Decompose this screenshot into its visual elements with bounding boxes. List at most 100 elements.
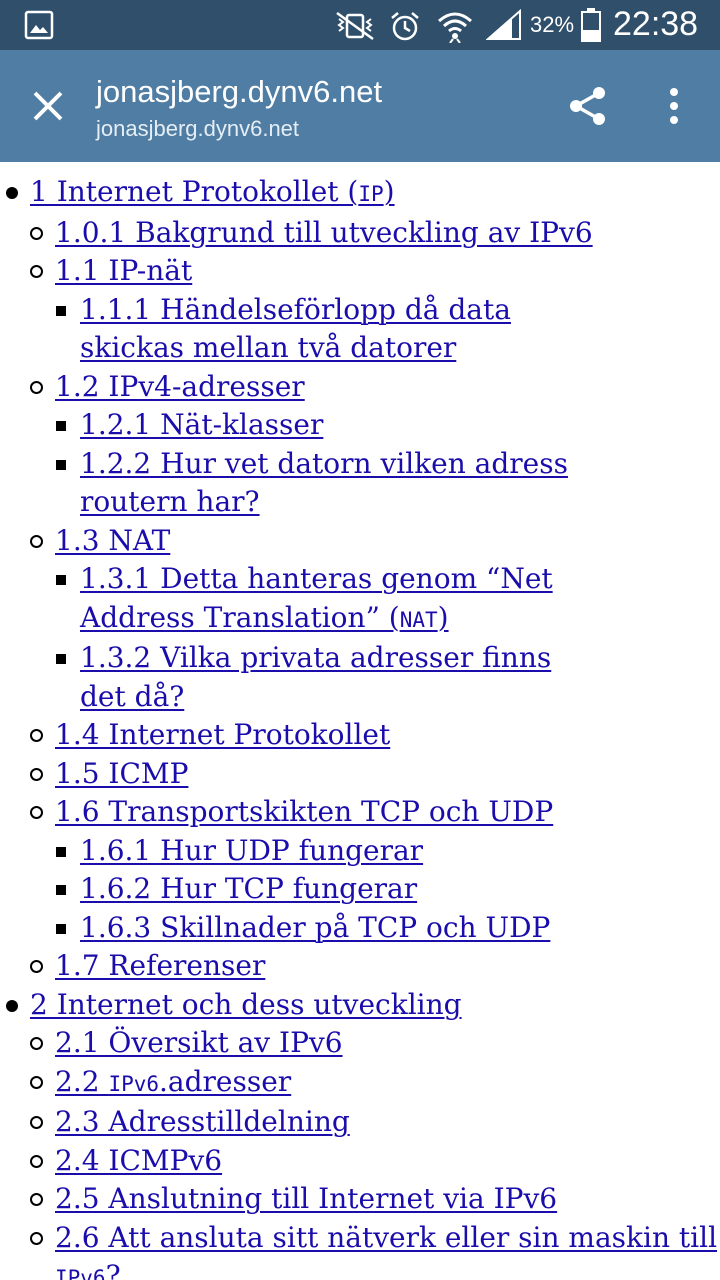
toc-item-level2: 2.5 Anslutning till Internet via IPv6: [0, 1180, 720, 1219]
toc-link[interactable]: 2.1 Översikt av IPv6: [55, 1024, 720, 1063]
toc-item-level2: 2.1 Översikt av IPv6: [0, 1024, 720, 1063]
toc-link[interactable]: 1.2 IPv4-adresser: [55, 368, 720, 407]
circle-bullet: [30, 767, 43, 781]
toc-item-level2: 2.6 Att ansluta sitt nätverk eller sin m…: [0, 1219, 720, 1280]
toc-link[interactable]: 1.6 Transportskikten TCP och UDP: [55, 793, 720, 832]
toc-link[interactable]: 2.6 Att ansluta sitt nätverk eller sin m…: [55, 1219, 720, 1280]
toc-link-text: 1.3.1 Detta hanteras genom “Net Address …: [80, 562, 553, 634]
toc-item-level2: 2.3 Adresstilldelning: [0, 1103, 720, 1142]
square-bullet: [56, 421, 66, 431]
disc-bullet: [6, 999, 18, 1012]
toc-link-abbr: NAT: [399, 607, 438, 632]
circle-bullet: [30, 806, 43, 819]
circle-bullet: [30, 1231, 43, 1245]
toc-item-level2: 2.4 ICMPv6: [0, 1142, 720, 1181]
square-bullet: [56, 654, 66, 664]
toc-link[interactable]: 1.2.2 Hur vet datorn vilken adress route…: [80, 445, 600, 522]
square-bullet: [56, 575, 66, 585]
toc-link-text: 1.6.1 Hur UDP fungerar: [80, 833, 424, 867]
toc-item-wrapper: 1.3 NAT: [0, 522, 720, 561]
toc-link[interactable]: 2.5 Anslutning till Internet via IPv6: [55, 1180, 720, 1219]
toc-item-wrapper: 1 Internet Protokollet (IP): [0, 173, 720, 214]
toc-item-level2: 1.6 Transportskikten TCP och UDP 1.6.1 Hu…: [0, 793, 720, 947]
toc-link-suffix: ?: [105, 1259, 121, 1280]
custom-tab-toolbar: jonasjberg.dynv6.net jonasjberg.dynv6.ne…: [0, 50, 720, 162]
toc-link-text: 2.3 Adresstilldelning: [55, 1105, 350, 1138]
share-icon[interactable]: [566, 84, 610, 128]
toc-item-wrapper: 2.6 Att ansluta sitt nätverk eller sin m…: [0, 1219, 720, 1280]
square-bullet: [56, 923, 66, 934]
disc-bullet: [6, 187, 18, 199]
toc-link[interactable]: 2.4 ICMPv6: [55, 1142, 720, 1181]
circle-bullet: [30, 729, 43, 742]
toc-item-level1: 1 Internet Protokollet (IP) 1.0.1 Bakgrun…: [0, 173, 720, 986]
toc-link-text: 1.5 ICMP: [55, 756, 189, 790]
toc-link[interactable]: 2 Internet och dess utveckling: [30, 986, 720, 1025]
toc-link[interactable]: 1.6.3 Skillnader på TCP och UDP: [80, 909, 600, 948]
toc-link[interactable]: 1.4 Internet Protokollet: [55, 716, 720, 755]
toc-link-text: 1.3 NAT: [55, 523, 171, 557]
signal-icon: [486, 9, 521, 40]
battery-icon: [581, 8, 601, 42]
more-vert-icon[interactable]: [656, 84, 692, 128]
toc-link-text: 1.4 Internet Protokollet: [55, 718, 391, 751]
alarm-icon: [391, 12, 419, 41]
close-icon[interactable]: [26, 84, 70, 128]
page-url: jonasjberg.dynv6.net: [96, 116, 300, 141]
toc-link-suffix: ): [383, 175, 395, 208]
toc-link-text: 1 Internet Protokollet (: [30, 175, 359, 208]
toc-list: 1 Internet Protokollet (IP) 1.0.1 Bakgrun…: [0, 162, 720, 1280]
toc-item-wrapper: 2 Internet och dess utveckling: [0, 986, 720, 1025]
toc-link[interactable]: 1.3.2 Vilka privata adresser finns det d…: [80, 639, 600, 716]
toc-sublist: 2.1 Översikt av IPv6 2.2 IPv6.adresser 2.3…: [0, 1024, 720, 1280]
toc-item-level3: 1.2.2 Hur vet datorn vilken adress route…: [0, 445, 720, 522]
toc-link[interactable]: 1 Internet Protokollet (IP): [30, 173, 720, 214]
square-bullet: [56, 885, 66, 895]
battery-percent: 32%: [530, 12, 575, 37]
toc-link-text: 1.1.1 Händelseförlopp då data skickas me…: [80, 292, 511, 365]
circle-bullet: [30, 1037, 43, 1050]
toc-link[interactable]: 2.2 IPv6.adresser: [55, 1063, 720, 1104]
circle-bullet: [30, 534, 43, 548]
toc-item-wrapper: 2.1 Översikt av IPv6: [0, 1024, 720, 1063]
toc-link[interactable]: 1.3.1 Detta hanteras genom “Net Address …: [80, 560, 600, 639]
toc-item-wrapper: 1.2 IPv4-adresser: [0, 368, 720, 407]
toc-item-wrapper: 1.6.1 Hur UDP fungerar: [0, 832, 600, 871]
toc-link-text: 2 Internet och dess utveckling: [30, 987, 462, 1021]
toc-link[interactable]: 2.3 Adresstilldelning: [55, 1103, 720, 1142]
toc-item-wrapper: 1.6.3 Skillnader på TCP och UDP: [0, 909, 600, 948]
circle-bullet: [30, 1193, 43, 1206]
toc-link-text: 2.1 Översikt av IPv6: [55, 1026, 343, 1059]
status-bar: 32% 22:38: [0, 0, 720, 50]
toc-link-text: 1.6 Transportskikten TCP och UDP: [55, 795, 554, 828]
toc-link-text: 1.2.2 Hur vet datorn vilken adress route…: [80, 446, 568, 519]
toc-link[interactable]: 1.0.1 Bakgrund till utveckling av IPv6: [55, 214, 720, 253]
toc-link-text: 1.1 IP-nät: [55, 254, 193, 287]
page-title: jonasjberg.dynv6.net: [96, 74, 383, 109]
toc-link[interactable]: 1.6.1 Hur UDP fungerar: [80, 832, 600, 871]
circle-bullet: [30, 226, 43, 240]
toc-link[interactable]: 1.3 NAT: [55, 522, 720, 561]
toc-item-wrapper: 1.2.2 Hur vet datorn vilken adress route…: [0, 445, 600, 522]
toc-item-wrapper: 2.5 Anslutning till Internet via IPv6: [0, 1180, 720, 1219]
toc-item-wrapper: 1.1.1 Händelseförlopp då data skickas me…: [0, 291, 600, 368]
toc-link[interactable]: 1.7 Referenser: [55, 947, 720, 986]
toc-item-level2: 1.0.1 Bakgrund till utveckling av IPv6: [0, 214, 720, 253]
toc-link[interactable]: 1.1.1 Händelseförlopp då data skickas me…: [80, 291, 600, 368]
toc-link[interactable]: 1.1 IP-nät: [55, 252, 720, 291]
toc-item-wrapper: 2.2 IPv6.adresser: [0, 1063, 720, 1104]
toc-item-wrapper: 1.6 Transportskikten TCP och UDP: [0, 793, 720, 832]
toc-link-abbr: IPv6: [108, 1071, 160, 1096]
toc-link-text: 2.4 ICMPv6: [55, 1143, 223, 1177]
circle-bullet: [30, 1075, 43, 1089]
toc-item-level2: 1.7 Referenser: [0, 947, 720, 986]
toc-item-wrapper: 1.1 IP-nät: [0, 252, 720, 291]
toc-link[interactable]: 1.5 ICMP: [55, 755, 720, 794]
toc-link-text: 2.2: [55, 1064, 109, 1098]
circle-bullet: [30, 380, 43, 394]
status-time: 22:38: [613, 5, 699, 43]
toc-link[interactable]: 1.6.2 Hur TCP fungerar: [80, 870, 600, 909]
toc-item-level3: 1.2.1 Nät-klasser: [0, 406, 720, 445]
toc-link[interactable]: 1.2.1 Nät-klasser: [80, 406, 600, 445]
toc-link-text: 1.6.3 Skillnader på TCP och UDP: [80, 910, 551, 944]
